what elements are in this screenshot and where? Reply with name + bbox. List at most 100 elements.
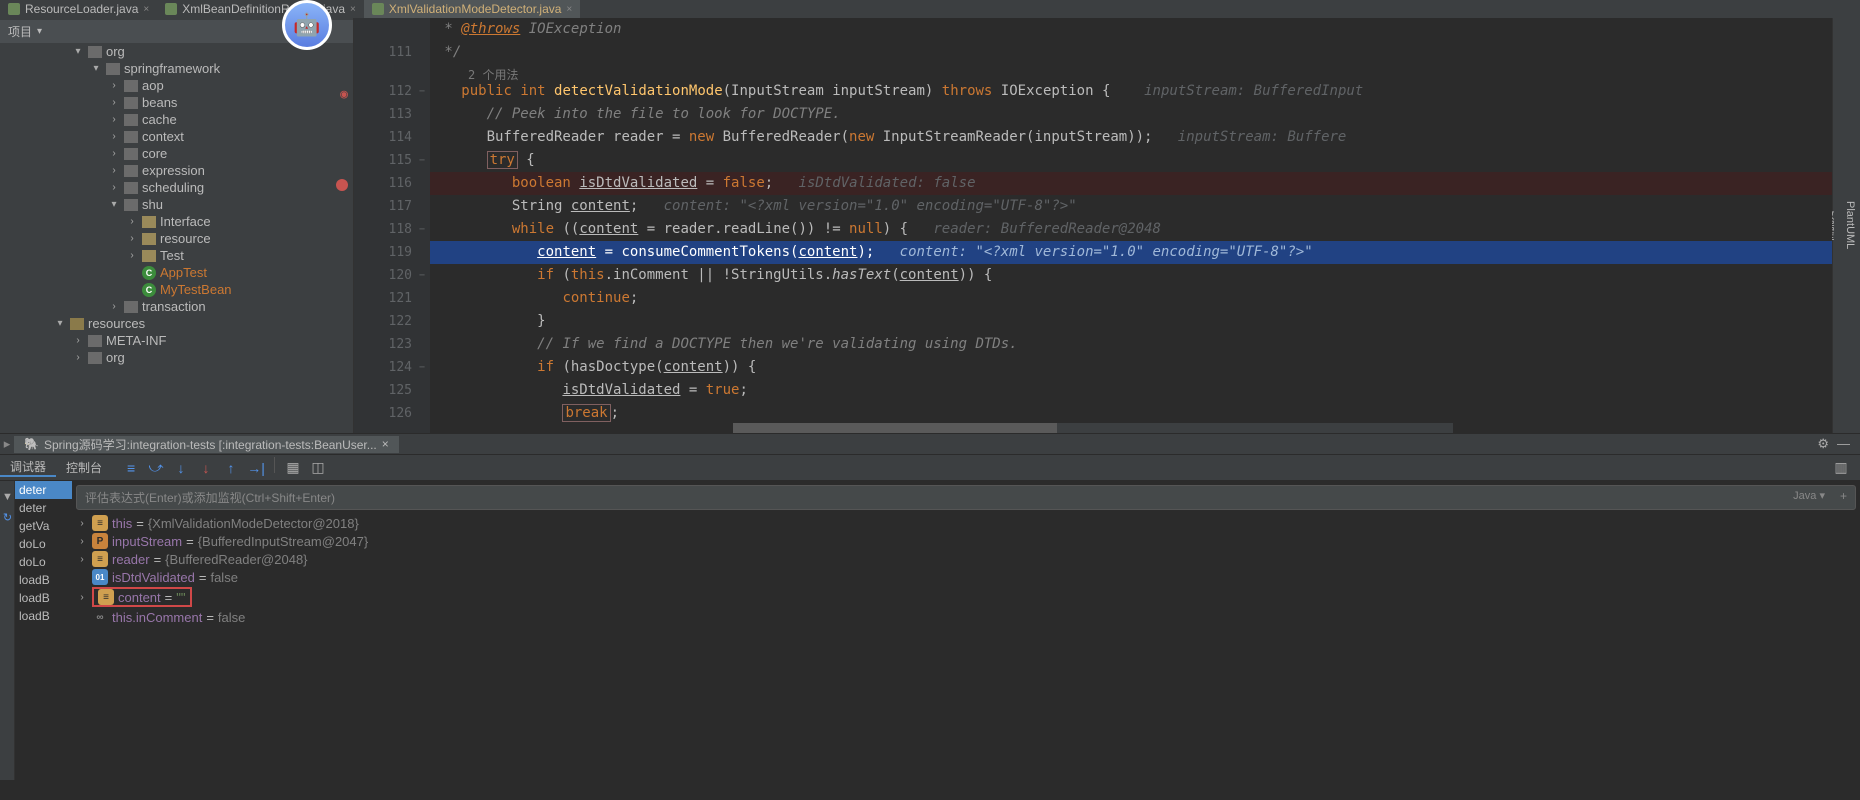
expand-icon[interactable]: › bbox=[108, 97, 120, 108]
stack-frame[interactable]: loadB bbox=[15, 589, 72, 607]
evaluate-input[interactable]: 评估表达式(Enter)或添加监视(Ctrl+Shift+Enter) Java… bbox=[76, 485, 1856, 510]
expand-icon[interactable]: › bbox=[108, 165, 120, 176]
folder-icon bbox=[124, 80, 138, 92]
expand-icon[interactable]: › bbox=[126, 250, 138, 261]
breakpoint-icon[interactable] bbox=[332, 176, 348, 192]
variable-row[interactable]: ∞this.inComment = false bbox=[76, 608, 1856, 626]
expand-icon[interactable]: › bbox=[72, 335, 84, 346]
stack-frame[interactable]: doLo bbox=[15, 553, 72, 571]
tree-item[interactable]: ›expression bbox=[0, 162, 353, 179]
expand-icon[interactable]: › bbox=[108, 131, 120, 142]
expand-icon[interactable]: › bbox=[76, 554, 88, 565]
variable-row[interactable]: ›PinputStream = {BufferedInputStream@204… bbox=[76, 532, 1856, 550]
var-type-icon: 01 bbox=[92, 569, 108, 585]
code-editor[interactable]: 111 112◉− 113 114 115− 116 117 118− 119 … bbox=[354, 18, 1832, 433]
step-out-icon[interactable]: ↑ bbox=[220, 457, 242, 479]
code-area[interactable]: * @throws IOException */ 2 个用法 public in… bbox=[430, 18, 1832, 433]
stack-frame[interactable]: getVa bbox=[15, 517, 72, 535]
tree-item[interactable]: ›transaction bbox=[0, 298, 353, 315]
var-type-icon: P bbox=[92, 533, 108, 549]
expand-icon[interactable]: › bbox=[72, 352, 84, 363]
debugger-tab[interactable]: 调试器 bbox=[0, 458, 56, 477]
folder-icon bbox=[142, 250, 156, 262]
gradle-icon: 🐘 bbox=[24, 437, 39, 451]
tree-item[interactable]: ›aop bbox=[0, 77, 353, 94]
debug-config-tab[interactable]: 🐘 Spring源码学习:integration-tests [:integra… bbox=[14, 436, 399, 453]
tree-item[interactable]: ›META-INF bbox=[0, 332, 353, 349]
assistant-avatar[interactable]: 🤖 bbox=[282, 0, 360, 62]
force-step-icon[interactable]: ↓ bbox=[195, 457, 217, 479]
filter-icon[interactable]: ▼ bbox=[0, 487, 15, 507]
tree-item[interactable]: ›beans bbox=[0, 94, 353, 111]
horizontal-scrollbar[interactable] bbox=[733, 423, 1453, 433]
expand-icon[interactable]: › bbox=[126, 233, 138, 244]
frames-list: deterdetergetVadoLodoLoloadBloadBloadB bbox=[15, 481, 72, 780]
expand-icon[interactable]: › bbox=[108, 80, 120, 91]
tree-item[interactable]: ›resource bbox=[0, 230, 353, 247]
expand-icon[interactable]: ▾ bbox=[72, 46, 84, 57]
folder-icon bbox=[124, 114, 138, 126]
variable-row[interactable]: 01isDtdValidated = false bbox=[76, 568, 1856, 586]
threads-icon[interactable]: ≡ bbox=[120, 457, 142, 479]
tree-item[interactable]: ▾resources bbox=[0, 315, 353, 332]
debug-run-bar: ▸ 🐘 Spring源码学习:integration-tests [:integ… bbox=[0, 433, 1860, 455]
var-type-icon: ≡ bbox=[92, 551, 108, 567]
expand-icon[interactable]: ▾ bbox=[108, 199, 120, 210]
variable-row[interactable]: ›≡content = "" bbox=[76, 586, 1856, 608]
tree-item[interactable]: ▾springframework bbox=[0, 60, 353, 77]
var-type-icon: ∞ bbox=[92, 609, 108, 625]
close-icon[interactable]: × bbox=[143, 4, 149, 15]
run-icon[interactable]: ◉ bbox=[332, 83, 348, 99]
evaluate-icon[interactable]: ▦ bbox=[282, 457, 304, 479]
expand-icon[interactable]: › bbox=[108, 182, 120, 193]
tree-item[interactable]: ›org bbox=[0, 349, 353, 366]
variable-row[interactable]: ›≡reader = {BufferedReader@2048} bbox=[76, 550, 1856, 568]
add-watch-icon[interactable]: + bbox=[1840, 489, 1847, 503]
debug-controls-col: ▼ ↻ bbox=[0, 481, 15, 780]
expand-icon[interactable]: ▾ bbox=[90, 63, 102, 74]
file-tab-active[interactable]: XmlValidationModeDetector.java× bbox=[364, 0, 580, 18]
tree-item[interactable]: CMyTestBean bbox=[0, 281, 353, 298]
variable-row[interactable]: ›≡this = {XmlValidationModeDetector@2018… bbox=[76, 514, 1856, 532]
tree-item[interactable]: ›cache bbox=[0, 111, 353, 128]
layout-icon[interactable]: ▥ bbox=[1830, 457, 1852, 479]
tree-item[interactable]: CAppTest bbox=[0, 264, 353, 281]
restart-icon[interactable]: ↻ bbox=[0, 507, 15, 527]
run-to-cursor-icon[interactable]: →| bbox=[245, 457, 267, 479]
trace-icon[interactable]: ◫ bbox=[307, 457, 329, 479]
stack-frame[interactable]: doLo bbox=[15, 535, 72, 553]
stack-frame[interactable]: deter bbox=[15, 481, 72, 499]
expand-icon[interactable]: › bbox=[76, 518, 88, 529]
close-icon[interactable]: × bbox=[566, 4, 572, 15]
editor-tabs: ResourceLoader.java× XmlBeanDefinitionRe… bbox=[0, 0, 1860, 18]
stack-frame[interactable]: loadB bbox=[15, 607, 72, 625]
close-icon[interactable]: × bbox=[382, 437, 389, 451]
tree-item[interactable]: ›context bbox=[0, 128, 353, 145]
stack-frame[interactable]: deter bbox=[15, 499, 72, 517]
tree-item[interactable]: ›scheduling bbox=[0, 179, 353, 196]
tree-item[interactable]: ›Test bbox=[0, 247, 353, 264]
class-icon: C bbox=[142, 266, 156, 280]
step-over-icon[interactable]: ⤻ bbox=[145, 457, 167, 479]
debug-toolbar: 调试器 控制台 ≡ ⤻ ↓ ↓ ↑ →| ▦ ◫ ▥ bbox=[0, 455, 1860, 481]
project-tree: 项目 ▾ ▾org▾springframework›aop›beans›cach… bbox=[0, 18, 354, 433]
stack-frame[interactable]: loadB bbox=[15, 571, 72, 589]
tree-item[interactable]: ›core bbox=[0, 145, 353, 162]
expand-icon[interactable]: › bbox=[126, 216, 138, 227]
folder-icon bbox=[88, 46, 102, 58]
expand-icon[interactable]: › bbox=[108, 301, 120, 312]
step-into-icon[interactable]: ↓ bbox=[170, 457, 192, 479]
expand-icon[interactable]: › bbox=[76, 536, 88, 547]
console-tab[interactable]: 控制台 bbox=[56, 459, 112, 476]
expand-icon[interactable]: › bbox=[108, 148, 120, 159]
minimize-icon[interactable]: — bbox=[1837, 436, 1850, 452]
settings-icon[interactable]: ⚙ bbox=[1817, 436, 1829, 452]
file-tab[interactable]: ResourceLoader.java× bbox=[0, 0, 157, 18]
expand-icon[interactable]: ▾ bbox=[54, 318, 66, 329]
rail-tool[interactable]: PlantUML bbox=[1840, 18, 1860, 433]
expand-icon[interactable]: › bbox=[108, 114, 120, 125]
right-tool-rail: PlantUML数据库jclasslibGitHub CopilotRestfu… bbox=[1832, 18, 1860, 433]
tree-item[interactable]: ›Interface bbox=[0, 213, 353, 230]
tree-item[interactable]: ▾shu bbox=[0, 196, 353, 213]
folder-icon bbox=[124, 199, 138, 211]
